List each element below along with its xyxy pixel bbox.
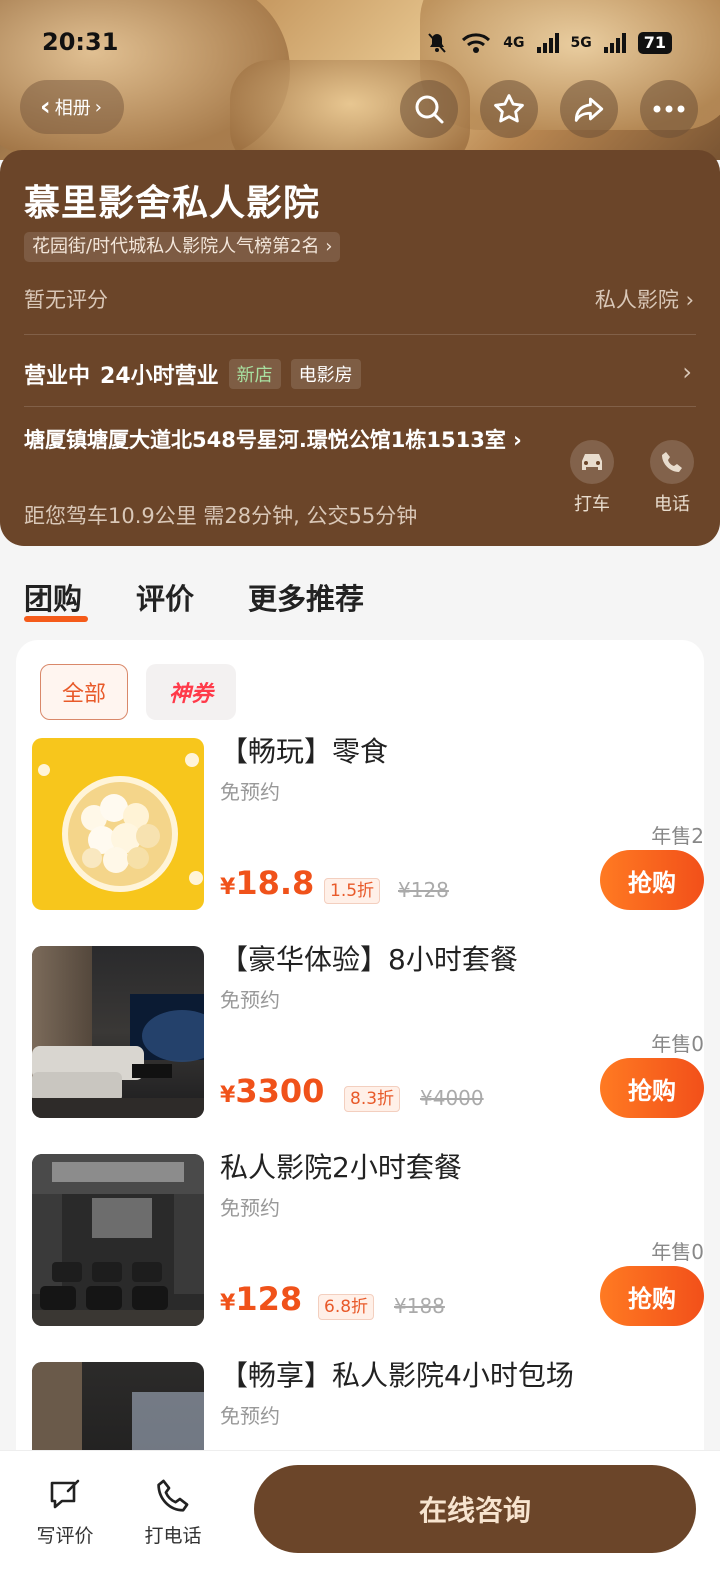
online-consult-button[interactable]: 在线咨询 <box>254 1465 696 1553</box>
divider <box>24 406 696 407</box>
network-label: 4G <box>503 35 525 51</box>
chevron-right-icon[interactable]: › <box>682 358 692 386</box>
hours-text: 24小时营业 <box>100 364 219 389</box>
more-icon <box>653 105 685 113</box>
price-value: 18.8 <box>235 864 315 902</box>
divider <box>24 334 696 335</box>
shop-name: 慕里影舍私人影院 <box>24 183 321 224</box>
deal-price: ¥ 128 <box>220 1280 302 1318</box>
taxi-label: 打车 <box>574 494 610 515</box>
deal-subtitle: 免预约 <box>220 988 280 1012</box>
call-button[interactable]: 打电话 <box>128 1477 218 1548</box>
popcorn-thumbnail <box>32 738 204 910</box>
deal-sold-count: 年售0 <box>651 1240 704 1264</box>
new-shop-tag: 新店 <box>228 359 281 389</box>
back-album-button[interactable]: ‹ 相册 › <box>20 80 124 134</box>
hero-photo[interactable] <box>0 0 720 160</box>
tab-bar: 团购 评价 更多推荐 <box>0 576 720 636</box>
share-button[interactable] <box>560 80 618 138</box>
bottom-action-bar: 写评价 打电话 在线咨询 <box>0 1450 720 1570</box>
phone-label: 电话 <box>654 494 690 515</box>
deal-title: 私人影院2小时套餐 <box>220 1151 462 1184</box>
address-link[interactable]: 塘厦镇塘厦大道北548号星河.璟悦公馆1栋1513室 › <box>24 426 544 455</box>
write-review-label: 写评价 <box>36 1525 94 1547</box>
distance-text: 距您驾车10.9公里 需28分钟, 公交55分钟 <box>24 504 418 528</box>
discount-badge: 1.5折 <box>324 878 381 904</box>
car-icon <box>570 440 614 484</box>
deal-title: 【畅玩】零食 <box>220 735 389 768</box>
deal-title: 【豪华体验】8小时套餐 <box>220 943 518 976</box>
filter-coupon-chip[interactable]: 神券 <box>146 664 236 720</box>
wifi-icon <box>462 33 491 53</box>
tab-more-recommend[interactable]: 更多推荐 <box>248 576 364 618</box>
currency-symbol: ¥ <box>220 1083 236 1108</box>
original-price: ¥4000 <box>420 1086 484 1110</box>
album-label: 相册 <box>54 98 91 119</box>
deal-sold-count: 年售0 <box>651 1032 704 1056</box>
status-icons: 4G 5G 71 <box>425 28 672 58</box>
mute-bell-icon <box>428 33 447 53</box>
buy-button[interactable]: 抢购 <box>600 1058 704 1118</box>
share-icon <box>574 97 604 122</box>
shop-info-panel: 慕里影舍私人影院 花园街/时代城私人影院人气榜第2名 › 暂无评分 私人影院 ›… <box>0 150 720 546</box>
cinema-seats-thumbnail <box>32 1154 204 1326</box>
price-value: 128 <box>235 1280 303 1318</box>
edit-review-icon <box>50 1479 80 1509</box>
category-link[interactable]: 私人影院 › <box>595 284 694 314</box>
signal-icon <box>536 33 559 53</box>
business-hours[interactable]: 营业中 24小时营业 新店 电影房 <box>24 358 361 390</box>
buy-button[interactable]: 抢购 <box>600 1266 704 1326</box>
ranking-badge[interactable]: 花园街/时代城私人影院人气榜第2名 › <box>24 232 341 262</box>
tab-reviews[interactable]: 评价 <box>136 576 194 618</box>
deal-subtitle: 免预约 <box>220 780 280 804</box>
buy-button[interactable]: 抢购 <box>600 850 704 910</box>
battery-indicator: 71 <box>637 32 672 54</box>
network-label: 5G <box>570 35 592 51</box>
theater-room-thumbnail <box>32 946 204 1118</box>
currency-symbol: ¥ <box>220 1291 236 1316</box>
favorite-button[interactable] <box>480 80 538 138</box>
star-icon <box>494 94 524 123</box>
deal-price: ¥ 18.8 <box>220 864 314 902</box>
filter-all-chip[interactable]: 全部 <box>40 664 128 720</box>
phone-icon <box>157 1479 189 1512</box>
deal-price: ¥ 3300 <box>220 1072 324 1110</box>
deal-item[interactable]: 【豪华体验】8小时套餐 免预约 年售0 ¥ 3300 8.3折 ¥4000 抢购 <box>32 943 704 1124</box>
search-icon <box>415 95 444 124</box>
price-value: 3300 <box>235 1072 325 1110</box>
deal-subtitle: 免预约 <box>220 1404 280 1428</box>
signal-icon <box>603 33 626 53</box>
discount-badge: 6.8折 <box>318 1294 375 1320</box>
tab-group-buy[interactable]: 团购 <box>24 576 82 618</box>
type-tag: 电影房 <box>290 359 361 389</box>
currency-symbol: ¥ <box>220 875 236 900</box>
open-status: 营业中 <box>24 364 91 389</box>
deal-title: 【畅享】私人影院4小时包场 <box>220 1359 574 1392</box>
status-time: 20:31 <box>42 28 119 56</box>
search-button[interactable] <box>400 80 458 138</box>
phone-button[interactable]: 电话 <box>642 440 702 516</box>
chevron-right-icon: › <box>94 96 102 118</box>
deal-subtitle: 免预约 <box>220 1196 280 1220</box>
deals-card: 全部 神券 【畅玩】零食 免预约 年售2 ¥ 18.8 1.5折 ¥128 抢购 <box>16 640 704 1540</box>
write-review-button[interactable]: 写评价 <box>20 1477 110 1548</box>
active-tab-indicator <box>24 616 88 622</box>
back-arrow-icon: ‹ <box>40 92 51 122</box>
more-button[interactable] <box>640 80 698 138</box>
deal-item[interactable]: 【畅玩】零食 免预约 年售2 ¥ 18.8 1.5折 ¥128 抢购 <box>32 735 704 916</box>
taxi-button[interactable]: 打车 <box>562 440 622 516</box>
deal-item[interactable]: 私人影院2小时套餐 免预约 年售0 ¥ 128 6.8折 ¥188 抢购 <box>32 1151 704 1332</box>
discount-badge: 8.3折 <box>344 1086 401 1112</box>
call-label: 打电话 <box>144 1525 202 1547</box>
original-price: ¥188 <box>394 1294 445 1318</box>
rating-text: 暂无评分 <box>24 288 108 312</box>
phone-icon <box>650 440 694 484</box>
original-price: ¥128 <box>398 878 449 902</box>
deal-sold-count: 年售2 <box>651 824 704 848</box>
